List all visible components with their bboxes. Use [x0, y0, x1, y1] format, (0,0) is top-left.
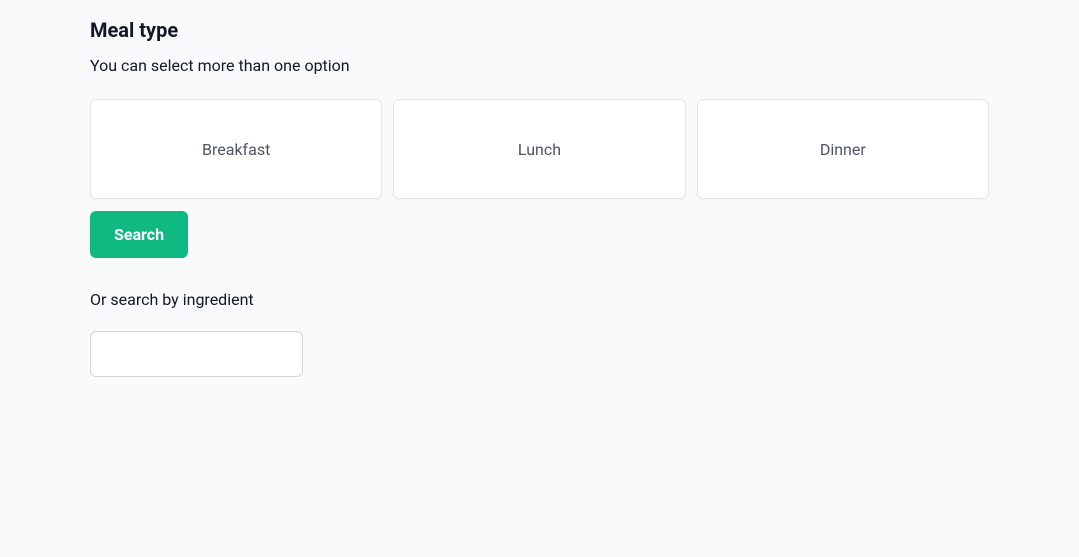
search-button[interactable]: Search	[90, 211, 188, 258]
option-label: Dinner	[820, 140, 866, 159]
section-subtitle: You can select more than one option	[90, 56, 989, 75]
option-dinner[interactable]: Dinner	[697, 99, 989, 199]
option-label: Lunch	[518, 140, 561, 159]
meal-options-row: Breakfast Lunch Dinner	[90, 99, 989, 199]
ingredient-input[interactable]	[90, 331, 303, 377]
section-title: Meal type	[90, 18, 989, 42]
option-breakfast[interactable]: Breakfast	[90, 99, 382, 199]
meal-type-section: Meal type You can select more than one o…	[0, 0, 1079, 395]
option-lunch[interactable]: Lunch	[393, 99, 685, 199]
alt-search-label: Or search by ingredient	[90, 290, 989, 309]
option-label: Breakfast	[202, 140, 270, 159]
